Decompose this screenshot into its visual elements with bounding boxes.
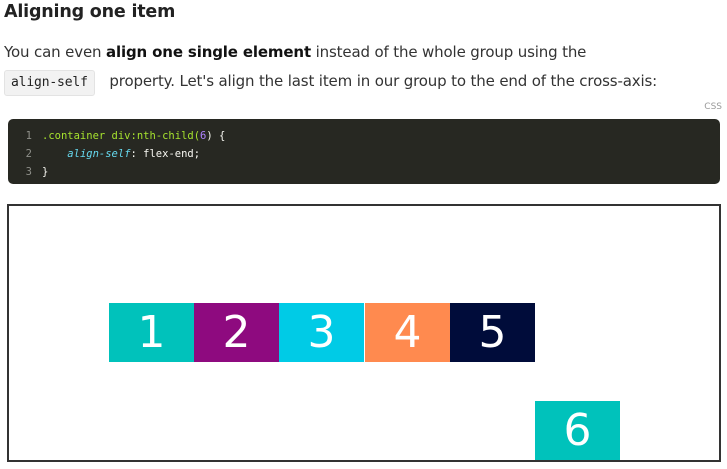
code-language-label: CSS (704, 102, 722, 112)
flex-item-1: 1 (109, 303, 194, 362)
flex-item-2: 2 (194, 303, 279, 362)
code-property: align-self (67, 148, 131, 160)
code-brace-open: ) { (206, 130, 226, 142)
inline-code-align-self: align-self (4, 70, 95, 96)
line-number: 1 (25, 130, 32, 142)
description-text-1: You can even (4, 43, 106, 61)
flex-item-3: 3 (279, 303, 364, 362)
description-bold-text: align one single element (106, 43, 311, 61)
flex-item-5: 5 (450, 303, 535, 362)
code-line-2: 2 align-self: flex-end; (8, 145, 720, 163)
code-selector: .container div:nth-child( (42, 130, 201, 142)
description-text-3: property. Let's align the last item in o… (104, 72, 658, 90)
flex-demo-container: 1 2 3 4 5 6 (7, 204, 721, 462)
code-block[interactable]: 1 .container div:nth-child(6) { 2 align-s… (8, 119, 720, 184)
code-line-3: 3} (8, 163, 720, 181)
line-number: 2 (25, 148, 32, 160)
code-brace-close: } (42, 166, 49, 178)
description-text-2: instead of the whole group using the (311, 43, 587, 61)
description-paragraph: You can even align one single element in… (4, 38, 724, 96)
code-value: : flex-end; (130, 148, 201, 160)
code-line-1: 1 .container div:nth-child(6) { (8, 127, 720, 145)
line-number: 3 (25, 166, 32, 178)
flex-item-4: 4 (365, 303, 450, 362)
section-heading: Aligning one item (4, 2, 176, 22)
flex-item-6: 6 (535, 401, 620, 460)
